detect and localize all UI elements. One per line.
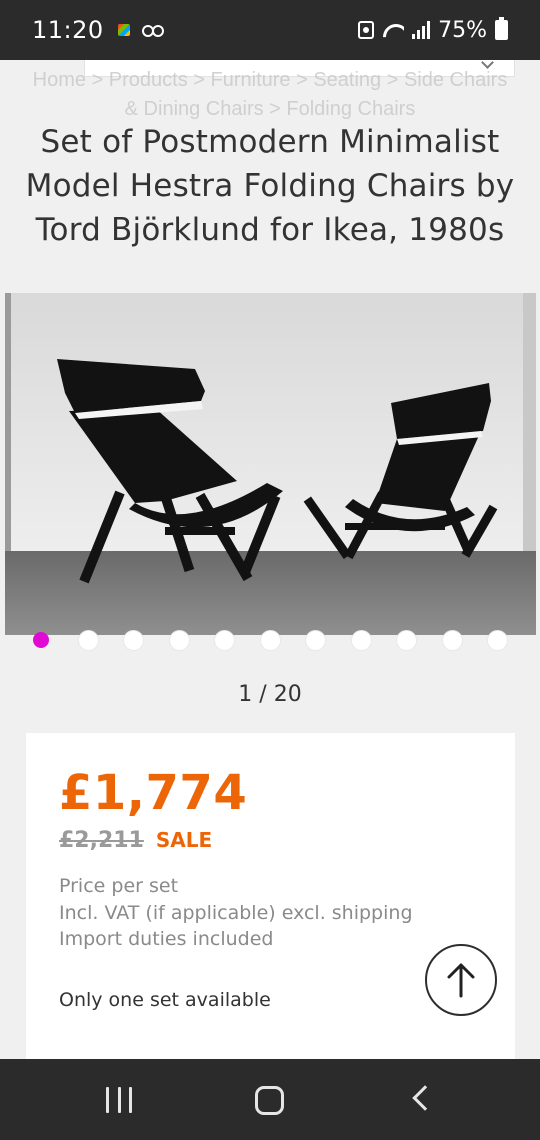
carousel-dot[interactable]	[169, 631, 189, 650]
page-title: Set of Postmodern Minimalist Model Hestr…	[25, 124, 515, 248]
sale-badge: SALE	[155, 828, 213, 852]
status-bar: 11:20 75%	[0, 0, 540, 60]
battery-percent: 75%	[438, 17, 487, 43]
carousel-dot[interactable]	[306, 631, 325, 650]
product-image[interactable]	[5, 293, 536, 635]
recent-apps-icon[interactable]	[106, 1087, 132, 1113]
status-time: 11:20	[32, 16, 104, 44]
price-note-per: Price per set	[59, 875, 179, 897]
availability-text: Only one set available	[59, 989, 271, 1011]
arrow-up-icon	[447, 963, 475, 998]
price-note-vat: Incl. VAT (if applicable) excl. shipping	[59, 901, 413, 924]
recycle-icon	[358, 21, 375, 39]
carousel-dot[interactable]	[397, 631, 416, 650]
gallery-icon	[117, 24, 130, 36]
image-counter: 1 / 20	[238, 682, 302, 707]
chairs-photo	[5, 293, 536, 635]
price-note-duties: Import duties included	[59, 928, 274, 950]
carousel-dot[interactable]	[78, 631, 98, 650]
original-price: £2,211	[59, 828, 144, 853]
back-icon[interactable]	[412, 1085, 438, 1111]
system-nav-bar	[0, 1059, 540, 1140]
price-notes: Price per set Incl. VAT (if applicable) …	[59, 873, 413, 953]
price-card: £1,774 £2,211 SALE Price per set Incl. V…	[26, 733, 515, 1063]
voicemail-icon	[141, 25, 164, 37]
wifi-icon	[382, 22, 404, 38]
current-price: £1,774	[59, 765, 248, 821]
carousel-dots	[0, 631, 540, 651]
breadcrumb[interactable]: Home > Products > Furniture > Seating > …	[0, 66, 540, 124]
signal-icon	[412, 21, 431, 39]
carousel-dot[interactable]	[488, 631, 507, 650]
scroll-to-top-button[interactable]	[425, 944, 497, 1016]
carousel-dot[interactable]	[260, 631, 280, 650]
carousel-dot[interactable]	[33, 632, 49, 648]
home-icon[interactable]	[255, 1086, 284, 1115]
carousel-dot[interactable]	[124, 631, 143, 650]
carousel-dot[interactable]	[442, 631, 462, 650]
battery-icon	[495, 17, 508, 40]
carousel-dot[interactable]	[351, 631, 371, 650]
carousel-dot[interactable]	[215, 631, 234, 650]
